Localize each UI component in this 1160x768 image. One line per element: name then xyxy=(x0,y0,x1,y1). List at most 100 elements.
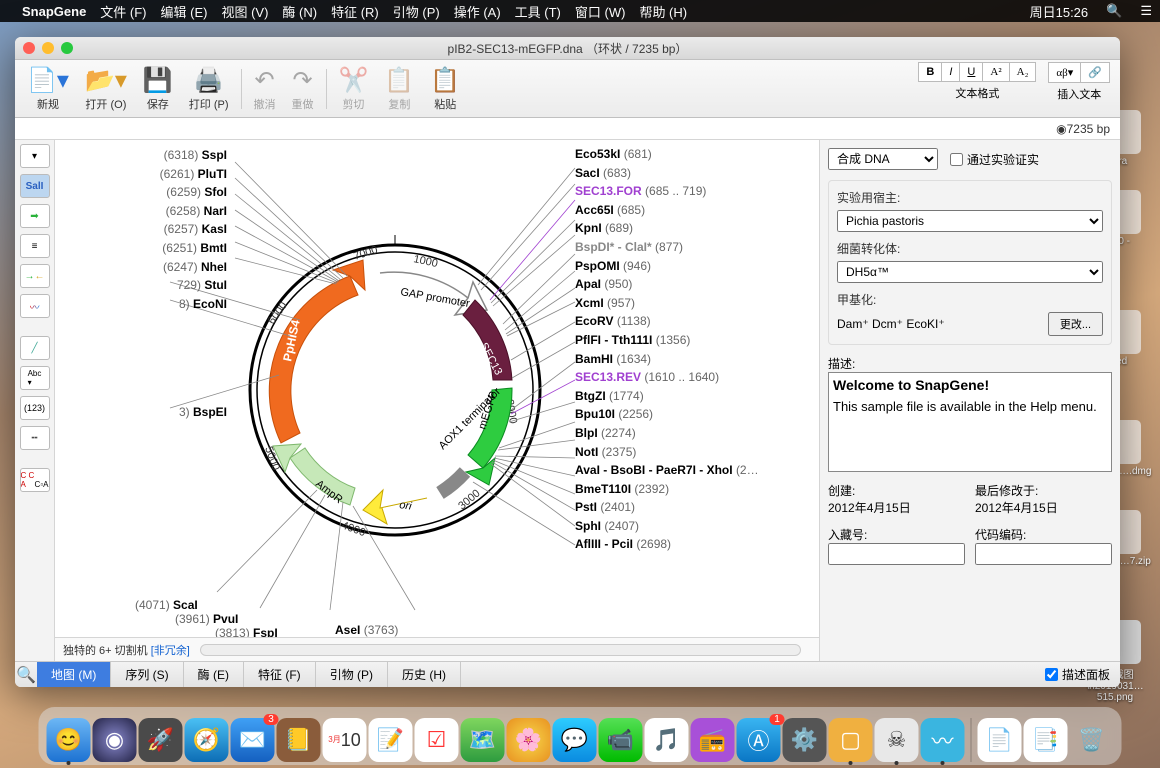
transform-select[interactable]: DH5α™ xyxy=(837,261,1103,283)
menu-enzyme[interactable]: 酶 (N) xyxy=(282,2,317,21)
copy-button[interactable]: 📋复制 xyxy=(376,62,422,116)
feature-gap: GAP promoter xyxy=(399,286,470,310)
code-input[interactable] xyxy=(975,543,1112,565)
redundancy-toggle[interactable]: [非冗余] xyxy=(151,642,190,658)
dock-safari[interactable]: 🧭 xyxy=(185,718,229,762)
menu-actions[interactable]: 操作 (A) xyxy=(454,2,501,21)
menu-primers[interactable]: 引物 (P) xyxy=(393,2,440,21)
dock-notes[interactable]: 📝 xyxy=(369,718,413,762)
menu-view[interactable]: 视图 (V) xyxy=(221,2,268,21)
dock-maps[interactable]: 🗺️ xyxy=(461,718,505,762)
clock[interactable]: 周日15:26 xyxy=(1030,2,1089,21)
close-button[interactable] xyxy=(23,42,35,54)
dock-doc2[interactable]: 📑 xyxy=(1024,718,1068,762)
lt-pos[interactable]: (123) xyxy=(20,396,50,420)
menu-help[interactable]: 帮助 (H) xyxy=(639,2,687,21)
cutters-tab[interactable]: 独特的 6+ 切割机 xyxy=(63,642,148,658)
change-methyl-button[interactable]: 更改... xyxy=(1048,312,1103,336)
minimize-button[interactable] xyxy=(42,42,54,54)
lt-translate[interactable]: C C AC▫A xyxy=(20,468,50,492)
status-row: ◉ 7235 bp xyxy=(15,118,1120,140)
dock-facetime[interactable]: 📹 xyxy=(599,718,643,762)
save-button[interactable]: 💾保存 xyxy=(135,62,181,116)
methyl-label: 甲基化: xyxy=(837,291,1103,308)
verified-label: 通过实验证实 xyxy=(967,151,1039,168)
open-button[interactable]: 📂▾打开 (O) xyxy=(77,62,135,116)
dock-reminders[interactable]: ☑ xyxy=(415,718,459,762)
menu-window[interactable]: 窗口 (W) xyxy=(575,2,626,21)
menu-features[interactable]: 特征 (R) xyxy=(331,2,379,21)
print-button[interactable]: 🖨️打印 (P) xyxy=(181,62,237,116)
undo-button[interactable]: ↶撤消 xyxy=(246,62,284,116)
search-icon[interactable]: 🔍 xyxy=(15,665,37,685)
dna-type-select[interactable]: 合成 DNA xyxy=(828,148,938,170)
lt-primers[interactable]: →← xyxy=(20,264,50,288)
tab-history[interactable]: 历史 (H) xyxy=(388,662,461,687)
dock-calendar[interactable]: 3月10 xyxy=(323,718,367,762)
bottom-tabbar: 🔍 地图 (M) 序列 (S) 酶 (E) 特征 (F) 引物 (P) 历史 (… xyxy=(15,661,1120,687)
app-menu[interactable]: SnapGene xyxy=(22,4,86,19)
transform-label: 细菌转化体: xyxy=(837,240,1103,257)
menu-tools[interactable]: 工具 (T) xyxy=(515,2,561,21)
window-titlebar[interactable]: pIB2-SEC13-mEGFP.dna （环状 / 7235 bp） xyxy=(15,37,1120,60)
dock-trash[interactable]: 🗑️ xyxy=(1070,718,1114,762)
left-toolbar: ▾ SalI ➡ ≡ →← 〰 ╱ Abc▾ (123) ┉ C C AC▫A xyxy=(15,140,55,661)
lt-arrow[interactable]: ▾ xyxy=(20,144,50,168)
lt-align[interactable]: ≡ xyxy=(20,234,50,258)
zoom-button[interactable] xyxy=(61,42,73,54)
side-panel: 合成 DNA 通过实验证实 实验用宿主: Pichia pastoris 细菌转… xyxy=(820,140,1120,661)
tab-map[interactable]: 地图 (M) xyxy=(37,662,111,687)
dock-doc1[interactable]: 📄 xyxy=(978,718,1022,762)
link-button[interactable]: 🔗 xyxy=(1081,62,1110,83)
underline-button[interactable]: U xyxy=(960,62,983,82)
dock-app2[interactable]: ☠ xyxy=(875,718,919,762)
accession-input[interactable] xyxy=(828,543,965,565)
desc-heading[interactable]: Welcome to SnapGene! xyxy=(833,377,1107,393)
dock-sysprefs[interactable]: ⚙️ xyxy=(783,718,827,762)
dock-finder[interactable]: 😊 xyxy=(47,718,91,762)
desc-label: 描述: xyxy=(828,357,855,371)
desc-panel-checkbox[interactable] xyxy=(1045,668,1058,681)
tab-enzymes[interactable]: 酶 (E) xyxy=(184,662,244,687)
dock-app3[interactable]: 〰 xyxy=(921,718,965,762)
lt-probe[interactable]: ╱ xyxy=(20,336,50,360)
verified-checkbox[interactable] xyxy=(950,153,963,166)
dock-itunes[interactable]: 🎵 xyxy=(645,718,689,762)
dock-mail[interactable]: ✉️3 xyxy=(231,718,275,762)
dock-messages[interactable]: 💬 xyxy=(553,718,597,762)
paste-button[interactable]: 📋粘贴 xyxy=(422,62,468,116)
dock-photos[interactable]: 🌸 xyxy=(507,718,551,762)
cut-button[interactable]: ✂️剪切 xyxy=(331,62,377,116)
dock-app1[interactable]: ▢ xyxy=(829,718,873,762)
svg-text:1000: 1000 xyxy=(412,253,438,270)
dock-launchpad[interactable]: 🚀 xyxy=(139,718,183,762)
greek-button[interactable]: αβ▾ xyxy=(1048,62,1081,83)
menu-file[interactable]: 文件 (F) xyxy=(100,2,146,21)
spotlight-icon[interactable]: 🔍 xyxy=(1106,3,1122,19)
host-select[interactable]: Pichia pastoris xyxy=(837,210,1103,232)
desc-body[interactable]: This sample file is available in the Hel… xyxy=(833,399,1107,414)
plasmid-map[interactable]: 1000 2000 3000 4000 5000 6000 7000 GAP p… xyxy=(55,140,820,661)
dock-podcasts[interactable]: 📻 xyxy=(691,718,735,762)
italic-button[interactable]: I xyxy=(942,62,960,82)
dock-contacts[interactable]: 📒 xyxy=(277,718,321,762)
lt-selection[interactable]: SalI xyxy=(20,174,50,198)
subscript-button[interactable]: A₂ xyxy=(1010,62,1037,82)
tab-primers[interactable]: 引物 (P) xyxy=(316,662,388,687)
app-window: pIB2-SEC13-mEGFP.dna （环状 / 7235 bp） 📄▾新规… xyxy=(15,37,1120,687)
lt-wave[interactable]: 〰 xyxy=(20,294,50,318)
dock-appstore[interactable]: Ⓐ1 xyxy=(737,718,781,762)
redo-button[interactable]: ↷重做 xyxy=(284,62,322,116)
menu-edit[interactable]: 编辑 (E) xyxy=(161,2,208,21)
new-button[interactable]: 📄▾新规 xyxy=(19,62,77,116)
tab-features[interactable]: 特征 (F) xyxy=(244,662,316,687)
lt-feature-arrow[interactable]: ➡ xyxy=(20,204,50,228)
bold-button[interactable]: B xyxy=(918,62,942,82)
tab-sequence[interactable]: 序列 (S) xyxy=(111,662,183,687)
control-center-icon[interactable]: ☰ xyxy=(1140,3,1152,19)
lt-abc[interactable]: Abc▾ xyxy=(20,366,50,390)
superscript-button[interactable]: A² xyxy=(983,62,1009,82)
lt-ruler[interactable]: ┉ xyxy=(20,426,50,450)
dock-siri[interactable]: ◉ xyxy=(93,718,137,762)
scrollbar[interactable] xyxy=(200,644,801,656)
